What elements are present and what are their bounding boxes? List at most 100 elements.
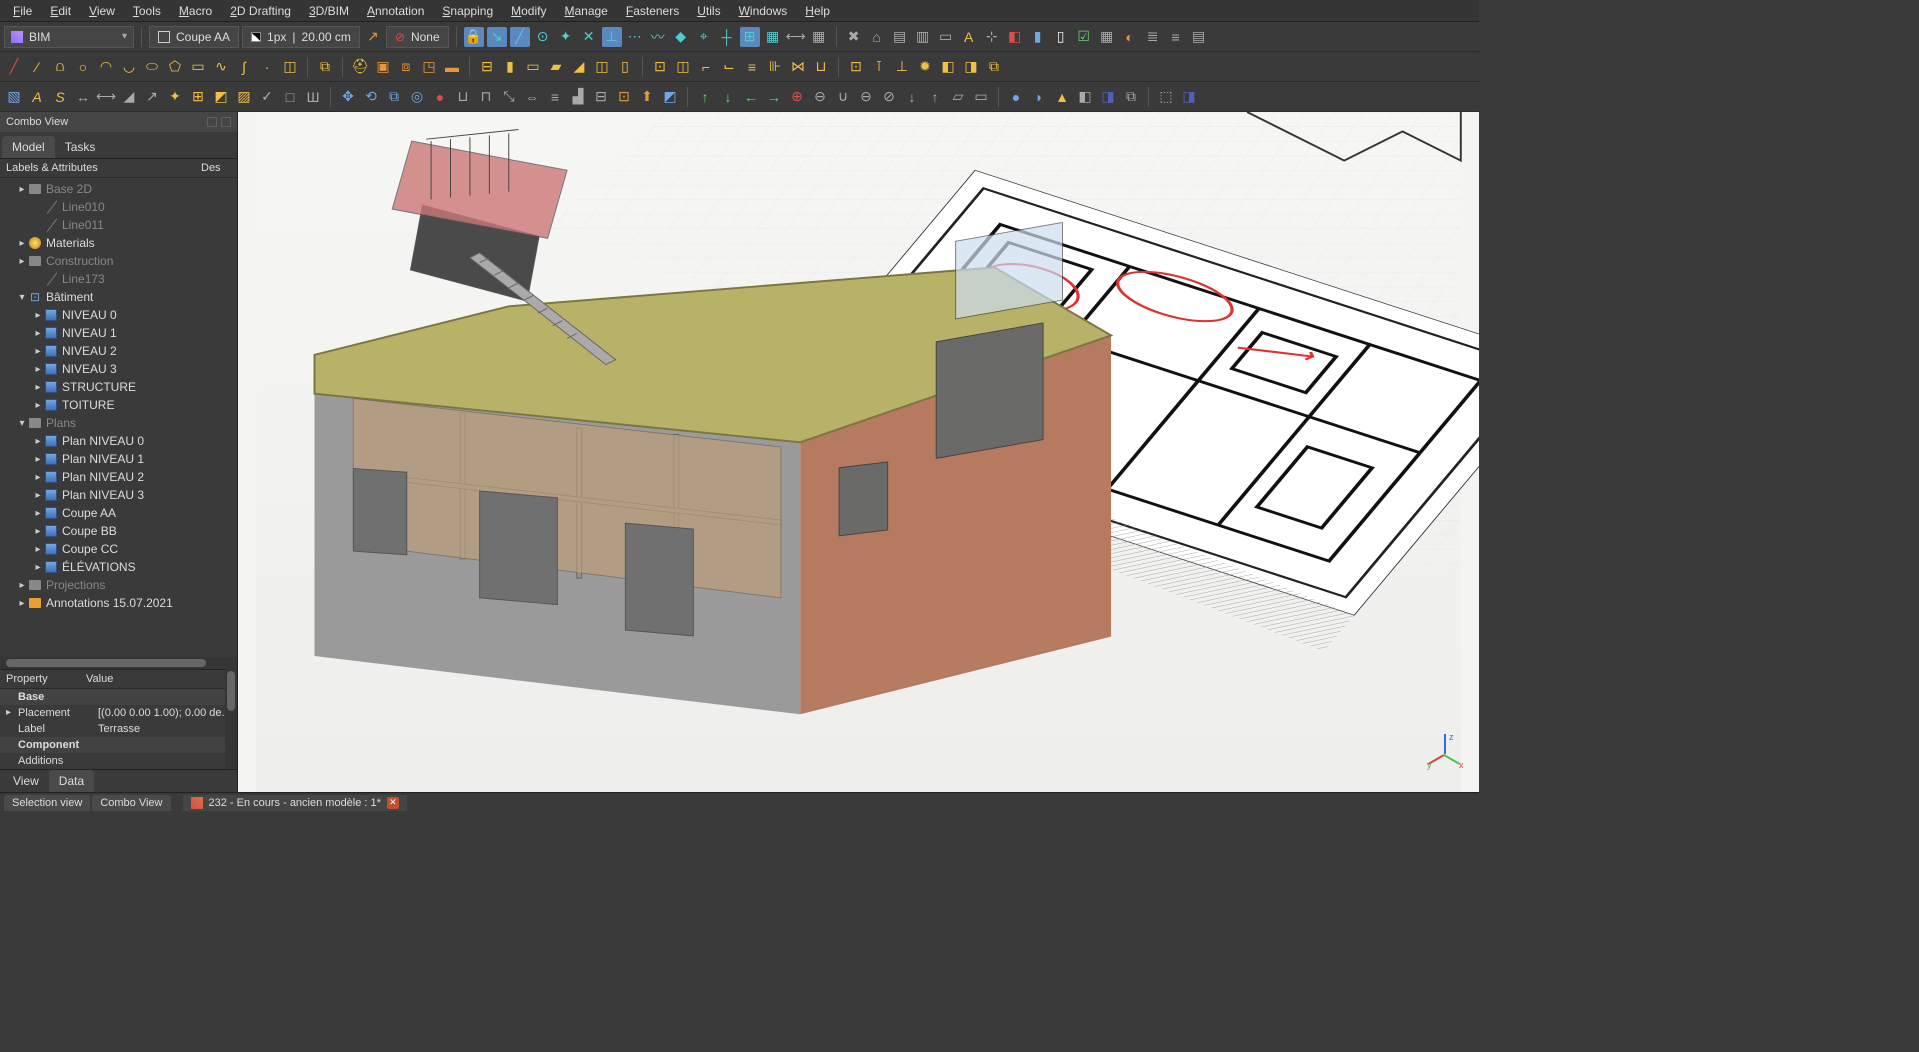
box-icon[interactable]: ◧ (938, 57, 958, 77)
3d-viewport[interactable]: Plan NIVEAU 0 -±0.00 (238, 112, 1479, 792)
polyline-icon[interactable]: ⩍ (50, 57, 70, 77)
tree-item[interactable]: ▸Plan NIVEAU 2 (0, 468, 237, 486)
fixture-icon[interactable]: ✹ (915, 57, 935, 77)
grid-toggle-icon[interactable]: ▦ (809, 27, 829, 47)
cut-icon[interactable]: ◩ (660, 87, 680, 107)
autogroup-button[interactable]: ⊘ None (386, 26, 449, 48)
sub-icon[interactable]: ⊖ (810, 87, 830, 107)
expand-toggle[interactable]: ▸ (32, 436, 44, 447)
wall-icon[interactable]: ▬ (442, 57, 462, 77)
schedule-icon[interactable]: ▦ (1097, 27, 1117, 47)
split-icon[interactable]: ⊓ (476, 87, 496, 107)
chart-icon[interactable]: ▮ (1028, 27, 1048, 47)
array-icon[interactable]: ⊟ (591, 87, 611, 107)
tree-item[interactable]: ▸TOITURE (0, 396, 237, 414)
prop-placement[interactable]: ▸Placement[(0.00 0.00 1.00); 0.00 de... (0, 705, 237, 721)
arrow-r-icon[interactable]: → (764, 87, 784, 107)
arrow-up-icon[interactable]: ↑ (695, 87, 715, 107)
snap-ext-icon[interactable]: ⋯ (625, 27, 645, 47)
tree-hscroll[interactable] (0, 657, 237, 669)
menu-help[interactable]: Help (796, 2, 839, 20)
construction-toggle-icon[interactable]: ↗ (363, 27, 383, 47)
connector-icon[interactable]: ⌙ (719, 57, 739, 77)
join-icon[interactable]: ⊔ (453, 87, 473, 107)
menu-edit[interactable]: Edit (41, 2, 80, 20)
dock-icon[interactable] (207, 117, 217, 127)
tree-item[interactable]: ▸Coupe BB (0, 522, 237, 540)
drawing-icon[interactable]: ▭ (936, 27, 956, 47)
tab-data[interactable]: Data (49, 770, 94, 792)
building-icon[interactable]: ▣ (373, 57, 393, 77)
expand-toggle[interactable]: ▸ (32, 400, 44, 411)
downgrade-icon[interactable]: ↓ (902, 87, 922, 107)
align-icon[interactable]: ≡ (545, 87, 565, 107)
cylinder-icon[interactable]: ◗ (1029, 87, 1049, 107)
tree-item[interactable]: ▾Plans (0, 414, 237, 432)
upgrade-icon[interactable]: ↑ (925, 87, 945, 107)
box3d2-icon[interactable]: ◨ (1098, 87, 1118, 107)
menu-snapping[interactable]: Snapping (433, 2, 502, 20)
expand-toggle[interactable]: ▸ (32, 508, 44, 519)
sectionplane-icon[interactable]: ◩ (211, 87, 231, 107)
axis-anno-icon[interactable]: ✦ (165, 87, 185, 107)
tab-view[interactable]: View (3, 770, 49, 792)
page-icon[interactable]: ▯ (1051, 27, 1071, 47)
shapestring-icon[interactable]: S (50, 87, 70, 107)
expand-toggle[interactable]: ▸ (32, 490, 44, 501)
tree-item[interactable]: ╱Line173 (0, 270, 237, 288)
expand-toggle[interactable]: ▸ (32, 454, 44, 465)
tree-item[interactable]: ▸NIVEAU 1 (0, 324, 237, 342)
stairs-icon[interactable]: ≡ (742, 57, 762, 77)
tree-item[interactable]: ╱Line011 (0, 216, 237, 234)
snap-near-icon[interactable]: ⌖ (694, 27, 714, 47)
expand-toggle[interactable]: ▸ (16, 256, 28, 267)
tree-item[interactable]: ▸Base 2D (0, 180, 237, 198)
wp-icon[interactable]: ▱ (948, 87, 968, 107)
tree-item[interactable]: ▸ÉLÉVATIONS (0, 558, 237, 576)
snap-mid-icon[interactable]: ╱ (510, 27, 530, 47)
axis-icon[interactable]: ⊹ (982, 27, 1002, 47)
shape-icon[interactable]: ◨ (961, 57, 981, 77)
expand-toggle[interactable]: ▸ (32, 562, 44, 573)
hatch-icon[interactable]: ▨ (234, 87, 254, 107)
sketch-icon[interactable]: ⧉ (315, 57, 335, 77)
menu-manage[interactable]: Manage (555, 2, 616, 20)
menu-tools[interactable]: Tools (124, 2, 170, 20)
snap-special-icon[interactable]: ◆ (671, 27, 691, 47)
list-icon[interactable]: ≡ (1166, 27, 1186, 47)
tree-item[interactable]: ▾⊡Bâtiment (0, 288, 237, 306)
workbench-selector[interactable]: BIM ▾ (4, 26, 134, 48)
expand-toggle[interactable]: ▸ (16, 598, 28, 609)
expand-toggle[interactable]: ▸ (16, 580, 28, 591)
sphere-icon[interactable]: ● (1006, 87, 1026, 107)
stretch-icon[interactable]: ⇔ (522, 87, 542, 107)
line-icon[interactable]: ╱ (4, 57, 24, 77)
expand-toggle[interactable]: ▸ (32, 346, 44, 357)
tree-item[interactable]: ▸NIVEAU 2 (0, 342, 237, 360)
document-tab[interactable]: 232 - En cours - ancien modèle : 1* ✕ (183, 795, 407, 811)
pipe-icon[interactable]: ⌐ (696, 57, 716, 77)
menu-macro[interactable]: Macro (170, 2, 221, 20)
column-icon[interactable]: ▮ (500, 57, 520, 77)
level-icon[interactable]: ⧈ (396, 57, 416, 77)
expand-toggle[interactable]: ▸ (32, 382, 44, 393)
railing-icon[interactable]: ⊪ (765, 57, 785, 77)
tab-combo-view[interactable]: Combo View (92, 795, 170, 811)
union-icon[interactable]: ∪ (833, 87, 853, 107)
part-icon[interactable]: ⧉ (1121, 87, 1141, 107)
close-doc-icon[interactable]: ✕ (387, 797, 399, 809)
sheet-icon[interactable]: ▤ (890, 27, 910, 47)
beam-icon[interactable]: ▭ (523, 57, 543, 77)
image-icon[interactable]: ▧ (4, 87, 24, 107)
survey-icon[interactable]: ✓ (257, 87, 277, 107)
text-anno-icon[interactable]: A (27, 87, 47, 107)
snap-intersect-icon[interactable]: ✕ (579, 27, 599, 47)
menu-fasteners[interactable]: Fasteners (617, 2, 688, 20)
equipment-icon[interactable]: ⊡ (846, 57, 866, 77)
snap-center-icon[interactable]: ⊙ (533, 27, 553, 47)
snap-par-icon[interactable]: 〰 (648, 27, 668, 47)
report-icon[interactable]: ☑ (1074, 27, 1094, 47)
expand-toggle[interactable]: ▸ (32, 526, 44, 537)
tree-item[interactable]: ▸NIVEAU 0 (0, 306, 237, 324)
lock-icon[interactable]: 🔒 (464, 27, 484, 47)
